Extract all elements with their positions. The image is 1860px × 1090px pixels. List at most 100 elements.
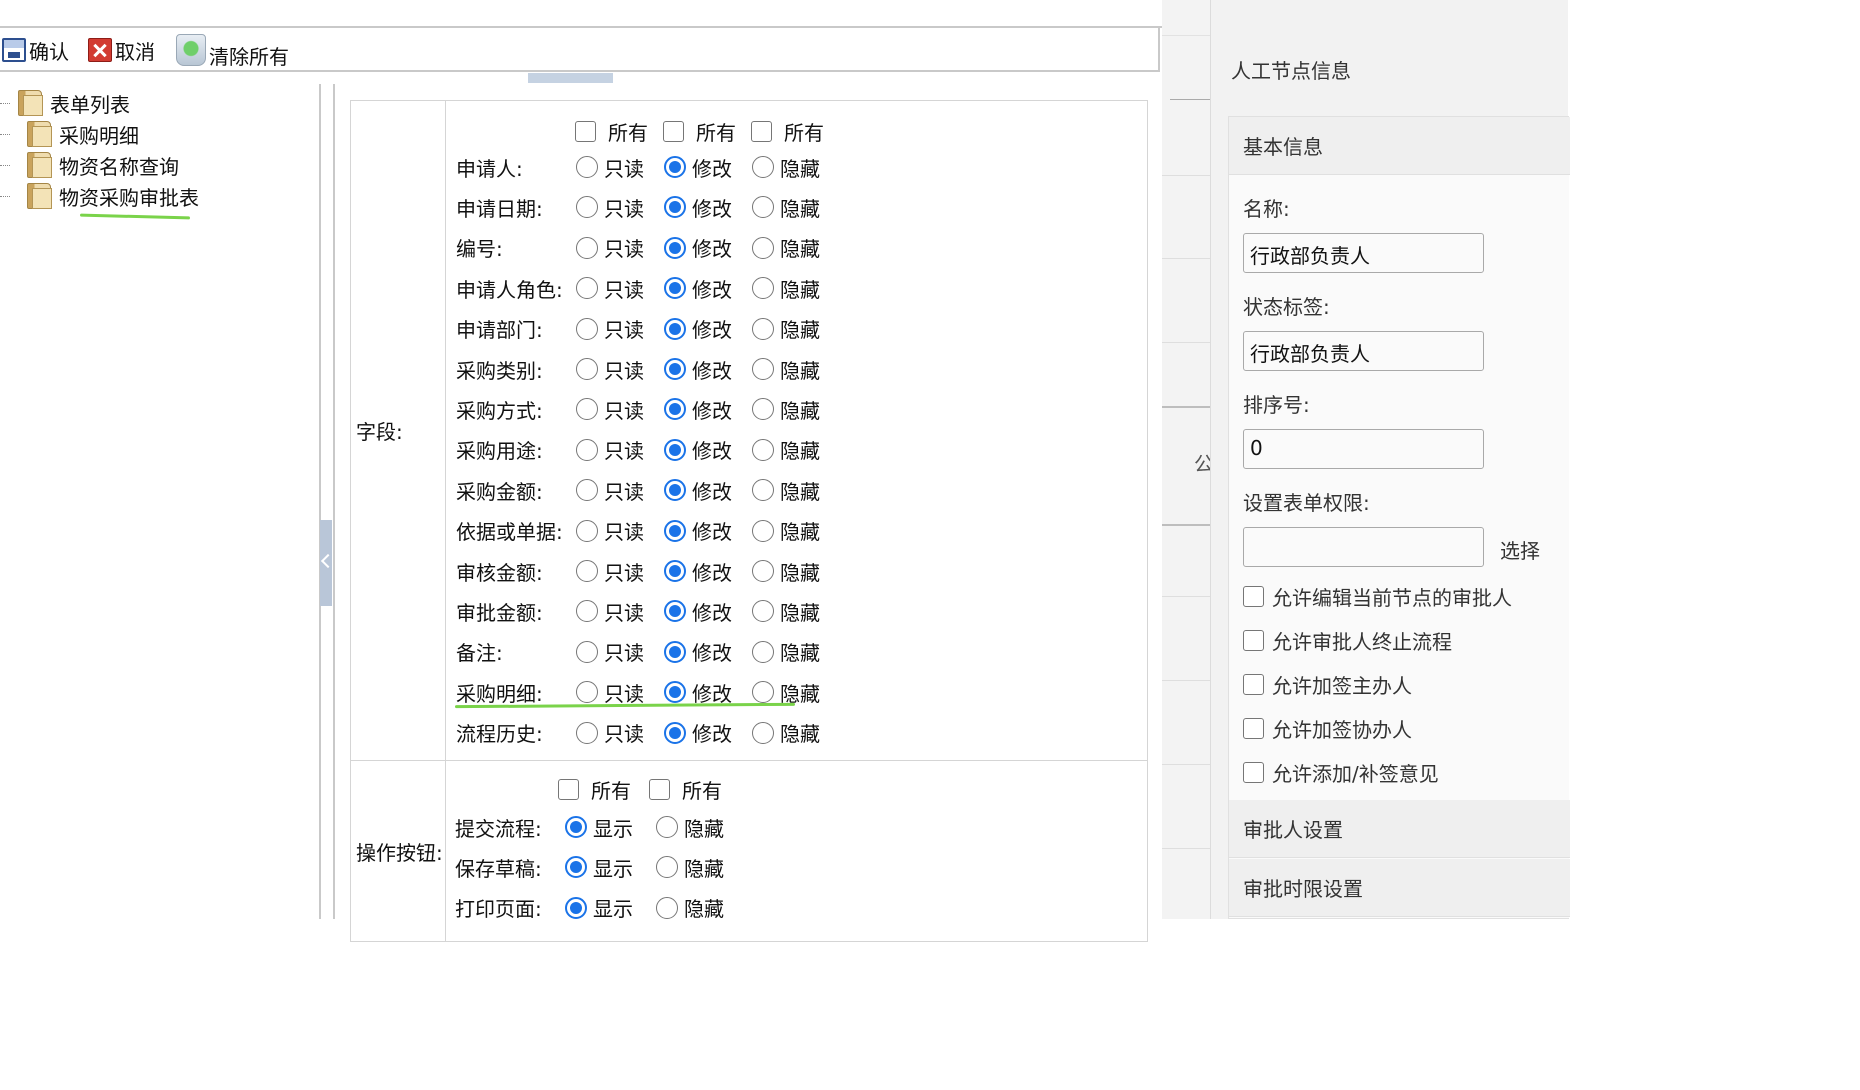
radio-button[interactable] bbox=[664, 277, 686, 300]
radio-button[interactable] bbox=[576, 398, 598, 421]
radio-option[interactable]: 隐藏 bbox=[752, 637, 820, 666]
allow-edit-approver-checkbox[interactable]: 允许编辑当前节点的审批人 bbox=[1243, 582, 1512, 611]
radio-button[interactable] bbox=[664, 519, 686, 542]
radio-option[interactable]: 修改 bbox=[664, 314, 732, 343]
checkbox[interactable] bbox=[1243, 718, 1264, 739]
radio-button[interactable] bbox=[752, 438, 774, 461]
radio-option[interactable]: 修改 bbox=[664, 476, 732, 505]
radio-button[interactable] bbox=[752, 317, 774, 340]
radio-button[interactable] bbox=[565, 856, 587, 879]
tree-item-purchase-detail[interactable]: 采购明细 bbox=[27, 119, 139, 149]
tree-item-material-purchase-approval[interactable]: 物资采购审批表 bbox=[27, 181, 199, 211]
checkbox[interactable] bbox=[1243, 762, 1264, 783]
radio-option[interactable]: 修改 bbox=[664, 435, 732, 464]
radio-option[interactable]: 修改 bbox=[664, 233, 732, 262]
radio-option[interactable]: 隐藏 bbox=[752, 193, 820, 222]
radio-option[interactable]: 隐藏 bbox=[656, 893, 724, 922]
checkbox[interactable] bbox=[663, 120, 684, 142]
checkbox[interactable] bbox=[558, 778, 579, 800]
radio-button[interactable] bbox=[752, 600, 774, 623]
radio-button[interactable] bbox=[576, 479, 598, 502]
radio-button[interactable] bbox=[664, 196, 686, 219]
form-permission-input[interactable] bbox=[1243, 527, 1484, 567]
confirm-button[interactable]: 确认 bbox=[2, 32, 69, 68]
radio-button[interactable] bbox=[664, 317, 686, 340]
select-link[interactable]: 选择 bbox=[1500, 535, 1540, 564]
north-splitter-handle[interactable] bbox=[528, 73, 613, 83]
order-input[interactable]: 0 bbox=[1243, 429, 1484, 469]
radio-button[interactable] bbox=[656, 816, 678, 838]
radio-option[interactable]: 只读 bbox=[576, 274, 644, 303]
tree-item-material-name-query[interactable]: 物资名称查询 bbox=[27, 150, 179, 180]
radio-option[interactable]: 隐藏 bbox=[752, 718, 820, 747]
radio-option[interactable]: 只读 bbox=[576, 395, 644, 424]
allow-add-co-handler-checkbox[interactable]: 允许加签协办人 bbox=[1243, 714, 1412, 743]
radio-option[interactable]: 隐藏 bbox=[656, 813, 724, 842]
radio-option[interactable]: 只读 bbox=[576, 476, 644, 505]
radio-option[interactable]: 修改 bbox=[664, 274, 732, 303]
radio-option[interactable]: 只读 bbox=[576, 557, 644, 586]
state-input[interactable]: 行政部负责人 bbox=[1243, 331, 1484, 371]
radio-button[interactable] bbox=[576, 681, 598, 704]
radio-button[interactable] bbox=[752, 560, 774, 582]
cancel-button[interactable]: 取消 bbox=[88, 32, 155, 68]
time-limit-settings-header[interactable]: 审批时限设置 bbox=[1229, 859, 1570, 917]
allow-terminate-flow-checkbox[interactable]: 允许审批人终止流程 bbox=[1243, 626, 1452, 655]
radio-option[interactable]: 隐藏 bbox=[752, 355, 820, 384]
allow-add-main-handler-checkbox[interactable]: 允许加签主办人 bbox=[1243, 670, 1412, 699]
radio-button[interactable] bbox=[576, 317, 598, 340]
radio-button[interactable] bbox=[664, 721, 686, 744]
radio-button[interactable] bbox=[576, 156, 598, 178]
radio-button[interactable] bbox=[664, 600, 686, 623]
radio-button[interactable] bbox=[752, 519, 774, 542]
radio-button[interactable] bbox=[752, 721, 774, 744]
radio-button[interactable] bbox=[664, 479, 686, 502]
clear-all-button[interactable]: 清除所有 bbox=[176, 32, 289, 69]
checkbox[interactable] bbox=[575, 120, 596, 142]
radio-option[interactable]: 隐藏 bbox=[752, 476, 820, 505]
radio-option[interactable]: 修改 bbox=[664, 355, 732, 384]
radio-button[interactable] bbox=[664, 560, 686, 582]
radio-option[interactable]: 只读 bbox=[576, 597, 644, 626]
radio-button[interactable] bbox=[576, 277, 598, 300]
select-all-show[interactable]: 所有 bbox=[558, 775, 631, 804]
radio-option[interactable]: 只读 bbox=[576, 233, 644, 262]
radio-option[interactable]: 只读 bbox=[576, 193, 644, 222]
radio-option[interactable]: 隐藏 bbox=[656, 853, 724, 882]
checkbox[interactable] bbox=[1243, 586, 1264, 607]
radio-button[interactable] bbox=[752, 479, 774, 502]
radio-option[interactable]: 修改 bbox=[664, 153, 732, 182]
radio-option[interactable]: 显示 bbox=[565, 893, 633, 922]
select-all-edit[interactable]: 所有 bbox=[663, 117, 736, 146]
radio-button[interactable] bbox=[576, 358, 598, 380]
radio-option[interactable]: 隐藏 bbox=[752, 597, 820, 626]
radio-button[interactable] bbox=[576, 640, 598, 663]
radio-button[interactable] bbox=[565, 816, 587, 838]
radio-option[interactable]: 只读 bbox=[576, 435, 644, 464]
radio-option[interactable]: 修改 bbox=[664, 718, 732, 747]
radio-button[interactable] bbox=[664, 681, 686, 704]
radio-option[interactable]: 修改 bbox=[664, 395, 732, 424]
checkbox[interactable] bbox=[1243, 674, 1264, 695]
radio-button[interactable] bbox=[752, 398, 774, 421]
name-input[interactable]: 行政部负责人 bbox=[1243, 233, 1484, 273]
radio-option[interactable]: 只读 bbox=[576, 314, 644, 343]
radio-option[interactable]: 显示 bbox=[565, 813, 633, 842]
radio-option[interactable]: 隐藏 bbox=[752, 314, 820, 343]
checkbox[interactable] bbox=[649, 778, 670, 800]
radio-option[interactable]: 隐藏 bbox=[752, 274, 820, 303]
radio-option[interactable]: 隐藏 bbox=[752, 435, 820, 464]
radio-button[interactable] bbox=[576, 519, 598, 542]
radio-button[interactable] bbox=[752, 640, 774, 663]
radio-option[interactable]: 隐藏 bbox=[752, 557, 820, 586]
checkbox[interactable] bbox=[1243, 630, 1264, 651]
radio-option[interactable]: 只读 bbox=[576, 516, 644, 545]
radio-option[interactable]: 修改 bbox=[664, 557, 732, 586]
radio-option[interactable]: 隐藏 bbox=[752, 395, 820, 424]
checkbox[interactable] bbox=[751, 120, 772, 142]
radio-button[interactable] bbox=[664, 640, 686, 663]
radio-option[interactable]: 只读 bbox=[576, 718, 644, 747]
radio-button[interactable] bbox=[752, 277, 774, 300]
radio-option[interactable]: 修改 bbox=[664, 637, 732, 666]
radio-option[interactable]: 修改 bbox=[664, 597, 732, 626]
